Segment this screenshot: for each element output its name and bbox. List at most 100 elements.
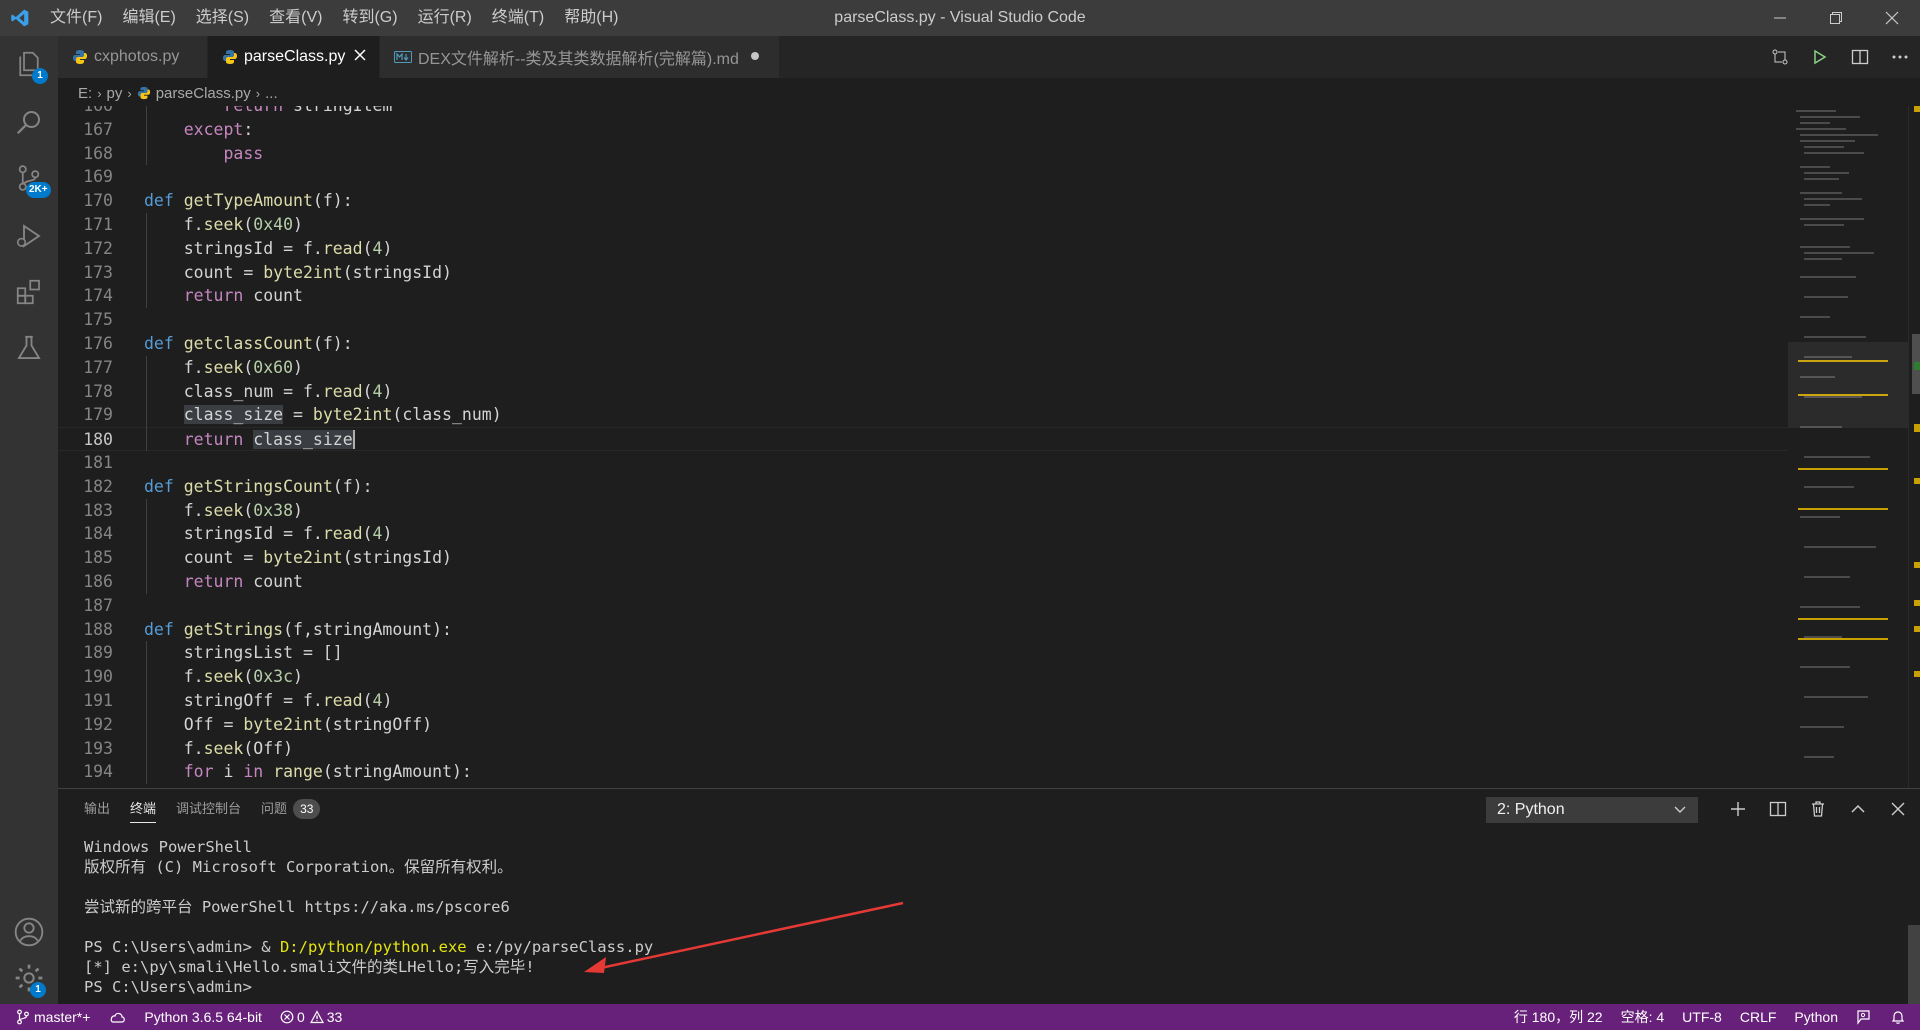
tab-dex-md[interactable]: DEX文件解析--类及其类数据解析(完解篇).md	[380, 36, 780, 78]
indent-guide	[146, 641, 147, 666]
code-line[interactable]: 187	[58, 594, 1788, 618]
line-number: 186	[83, 572, 113, 591]
feedback-button[interactable]	[1847, 1004, 1881, 1030]
code-line[interactable]: 184 stringsId = f.read(4)	[58, 522, 1788, 546]
notifications-button[interactable]	[1881, 1004, 1920, 1030]
tab-parseclass[interactable]: parseClass.py	[208, 36, 380, 78]
code-line[interactable]: 194 for i in range(stringAmount):	[58, 760, 1788, 784]
code-line[interactable]: 167 except:	[58, 118, 1788, 142]
code-line[interactable]: 177 f.seek(0x60)	[58, 356, 1788, 380]
code-editor[interactable]: 166 return stringItem167 except:168 pass…	[58, 106, 1788, 788]
breadcrumb-folder[interactable]: py	[107, 85, 123, 102]
error-icon	[280, 1010, 294, 1024]
code-line[interactable]: 176 def getclassCount(f):	[58, 332, 1788, 356]
feedback-icon	[1857, 1010, 1870, 1025]
indent-guide	[146, 427, 147, 451]
editor-scrollbar[interactable]	[1908, 106, 1920, 788]
menu-go[interactable]: 转到(G)	[332, 0, 407, 36]
code-line[interactable]: 191 stringOff = f.read(4)	[58, 689, 1788, 713]
testing-button[interactable]	[0, 320, 58, 376]
terminal-scrollbar[interactable]	[1908, 925, 1920, 1005]
settings-badge: 1	[30, 982, 46, 998]
close-window-button[interactable]	[1864, 0, 1920, 36]
code-line[interactable]: 186 return count	[58, 570, 1788, 594]
close-tab-icon[interactable]	[353, 48, 367, 66]
code-text: def getTypeAmount(f):	[144, 191, 353, 211]
line-number: 193	[83, 738, 113, 758]
maximize-panel-button[interactable]	[1838, 789, 1878, 829]
menu-edit[interactable]: 编辑(E)	[112, 0, 185, 36]
code-line[interactable]: 182 def getStringsCount(f):	[58, 475, 1788, 499]
code-line[interactable]: 168 pass	[58, 142, 1788, 166]
open-changes-button[interactable]	[1760, 36, 1800, 78]
code-line[interactable]: 174 return count	[58, 284, 1788, 308]
minimize-button[interactable]	[1752, 0, 1808, 36]
terminal-select[interactable]: 2: Python	[1486, 797, 1698, 823]
code-line[interactable]: 171 f.seek(0x40)	[58, 213, 1788, 237]
menu-view[interactable]: 查看(V)	[259, 0, 332, 36]
breadcrumb-drive[interactable]: E:	[78, 85, 92, 102]
minimap[interactable]	[1788, 106, 1908, 788]
breadcrumb-file[interactable]: parseClass.py	[156, 85, 251, 102]
code-line[interactable]: 188 def getStrings(f,stringAmount):	[58, 618, 1788, 642]
explorer-button[interactable]: 1	[0, 36, 58, 92]
breadcrumb-symbol[interactable]: ...	[265, 85, 278, 102]
code-line[interactable]: 181	[58, 451, 1788, 475]
terminal-output[interactable]: Windows PowerShell 版权所有 (C) Microsoft Co…	[84, 837, 653, 997]
python-interpreter-status[interactable]: Python 3.6.5 64-bit	[135, 1004, 271, 1030]
code-line[interactable]: 178 class_num = f.read(4)	[58, 380, 1788, 404]
new-terminal-button[interactable]	[1718, 789, 1758, 829]
cursor-position-status[interactable]: 行 180，列 22	[1505, 1004, 1612, 1030]
split-terminal-button[interactable]	[1758, 789, 1798, 829]
code-line[interactable]: 193 f.seek(Off)	[58, 737, 1788, 761]
language-mode-status[interactable]: Python	[1785, 1004, 1847, 1030]
run-debug-button[interactable]	[0, 208, 58, 264]
menu-file[interactable]: 文件(F)	[40, 0, 112, 36]
extensions-button[interactable]	[0, 264, 58, 320]
code-line[interactable]: 169	[58, 165, 1788, 189]
run-python-file-button[interactable]	[1800, 36, 1840, 78]
code-line[interactable]: 180 return class_size	[58, 427, 1788, 451]
unsaved-dot-icon[interactable]	[747, 48, 763, 66]
tab-cxphotos[interactable]: cxphotos.py	[58, 36, 208, 78]
code-line[interactable]: 190 f.seek(0x3c)	[58, 665, 1788, 689]
encoding-status[interactable]: UTF-8	[1673, 1004, 1731, 1030]
menu-run[interactable]: 运行(R)	[408, 0, 482, 36]
indentation-status[interactable]: 空格: 4	[1612, 1004, 1674, 1030]
line-number: 183	[83, 500, 113, 520]
more-actions-button[interactable]	[1880, 36, 1920, 78]
code-line[interactable]: 183 f.seek(0x38)	[58, 499, 1788, 523]
bell-icon	[1891, 1011, 1905, 1024]
code-line[interactable]: 166 return stringItem	[58, 106, 1788, 118]
branch-status[interactable]: master*+	[0, 1004, 99, 1030]
run-debug-icon	[16, 224, 41, 248]
code-line[interactable]: 192 Off = byte2int(stringOff)	[58, 713, 1788, 737]
kill-terminal-button[interactable]	[1798, 789, 1838, 829]
code-line[interactable]: 175	[58, 308, 1788, 332]
menu-terminal[interactable]: 终端(T)	[482, 0, 554, 36]
tab-output[interactable]: 输出	[84, 789, 110, 829]
menu-help[interactable]: 帮助(H)	[554, 0, 628, 36]
code-line[interactable]: 173 count = byte2int(stringsId)	[58, 261, 1788, 285]
manage-button[interactable]: 1	[0, 950, 58, 1006]
vscode-logo-icon[interactable]	[0, 0, 40, 36]
eol-status[interactable]: CRLF	[1731, 1004, 1786, 1030]
line-number: 168	[83, 143, 113, 163]
minimap-slider[interactable]	[1788, 342, 1908, 428]
source-control-button[interactable]: 2K+	[0, 150, 58, 206]
split-editor-button[interactable]	[1840, 36, 1880, 78]
code-line[interactable]: 170 def getTypeAmount(f):	[58, 189, 1788, 213]
code-line[interactable]: 189 stringsList = []	[58, 641, 1788, 665]
tab-terminal[interactable]: 终端	[130, 789, 157, 829]
tab-debug-console[interactable]: 调试控制台	[176, 789, 241, 829]
sync-button[interactable]	[99, 1004, 135, 1030]
code-line[interactable]: 179 class_size = byte2int(class_num)	[58, 403, 1788, 427]
restore-button[interactable]	[1808, 0, 1864, 36]
search-button[interactable]	[0, 94, 58, 150]
close-panel-button[interactable]	[1878, 789, 1918, 829]
menu-selection[interactable]: 选择(S)	[186, 0, 259, 36]
code-line[interactable]: 172 stringsId = f.read(4)	[58, 237, 1788, 261]
tab-problems[interactable]: 问题 33	[261, 789, 321, 829]
problems-status[interactable]: 0 33	[271, 1004, 351, 1030]
code-line[interactable]: 185 count = byte2int(stringsId)	[58, 546, 1788, 570]
